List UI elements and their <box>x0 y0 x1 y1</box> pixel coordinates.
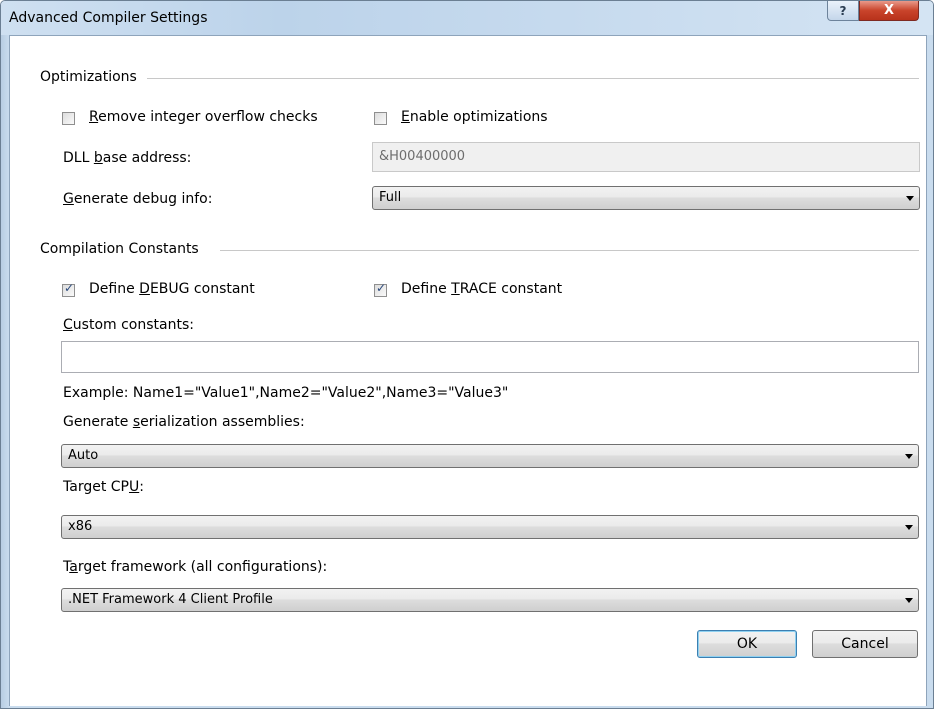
define-debug-label[interactable]: Define DEBUG constant <box>89 281 255 297</box>
close-icon: X <box>883 3 895 18</box>
generate-debug-info-label: Generate debug info: <box>63 191 213 207</box>
title-bar[interactable]: Advanced Compiler Settings ? X <box>1 1 933 35</box>
chevron-down-icon <box>906 196 914 201</box>
chevron-down-icon <box>905 454 913 459</box>
enable-optimizations-checkbox[interactable] <box>374 112 387 125</box>
remove-overflow-label[interactable]: Remove integer overflow checks <box>89 109 318 125</box>
help-icon: ? <box>839 3 847 18</box>
custom-constants-label: Custom constants: <box>63 317 194 333</box>
dialog-window: Advanced Compiler Settings ? X Optimizat… <box>0 0 934 709</box>
target-framework-value: .NET Framework 4 Client Profile <box>68 592 273 607</box>
constants-group-label: Compilation Constants <box>40 241 209 257</box>
define-trace-checkbox[interactable] <box>374 281 387 297</box>
optimizations-group-line <box>145 78 919 79</box>
ok-button[interactable]: OK <box>697 630 797 658</box>
remove-overflow-checkbox[interactable] <box>62 112 75 125</box>
help-button[interactable]: ? <box>827 1 859 21</box>
define-trace-label[interactable]: Define TRACE constant <box>401 281 562 297</box>
target-cpu-value: x86 <box>68 519 93 534</box>
constants-group-line <box>220 250 919 251</box>
close-button[interactable]: X <box>859 1 919 21</box>
generate-debug-info-dropdown[interactable]: Full <box>372 186 920 210</box>
target-framework-label: Target framework (all configurations): <box>63 559 328 575</box>
window-title: Advanced Compiler Settings <box>9 10 208 26</box>
target-cpu-label: Target CPU: <box>63 479 144 495</box>
define-debug-checkbox[interactable] <box>62 281 75 297</box>
serialization-assemblies-value: Auto <box>68 448 99 463</box>
serialization-assemblies-label: Generate serialization assemblies: <box>63 414 305 430</box>
target-cpu-dropdown[interactable]: x86 <box>61 515 919 539</box>
dialog-client-area: Optimizations Remove integer overflow ch… <box>9 35 927 706</box>
cancel-button[interactable]: Cancel <box>812 630 918 658</box>
enable-optimizations-label[interactable]: Enable optimizations <box>401 109 548 125</box>
window-frame-left <box>1 35 9 708</box>
custom-constants-example: Example: Name1="Value1",Name2="Value2",N… <box>63 385 509 401</box>
chevron-down-icon <box>905 525 913 530</box>
chevron-down-icon <box>905 598 913 603</box>
optimizations-group-label: Optimizations <box>40 69 147 85</box>
serialization-assemblies-dropdown[interactable]: Auto <box>61 444 919 468</box>
dll-base-address-label: DLL base address: <box>63 150 192 166</box>
target-framework-dropdown[interactable]: .NET Framework 4 Client Profile <box>61 588 919 612</box>
dll-base-address-field: &H00400000 <box>372 142 920 172</box>
generate-debug-info-value: Full <box>379 190 402 205</box>
custom-constants-input[interactable] <box>61 341 919 373</box>
